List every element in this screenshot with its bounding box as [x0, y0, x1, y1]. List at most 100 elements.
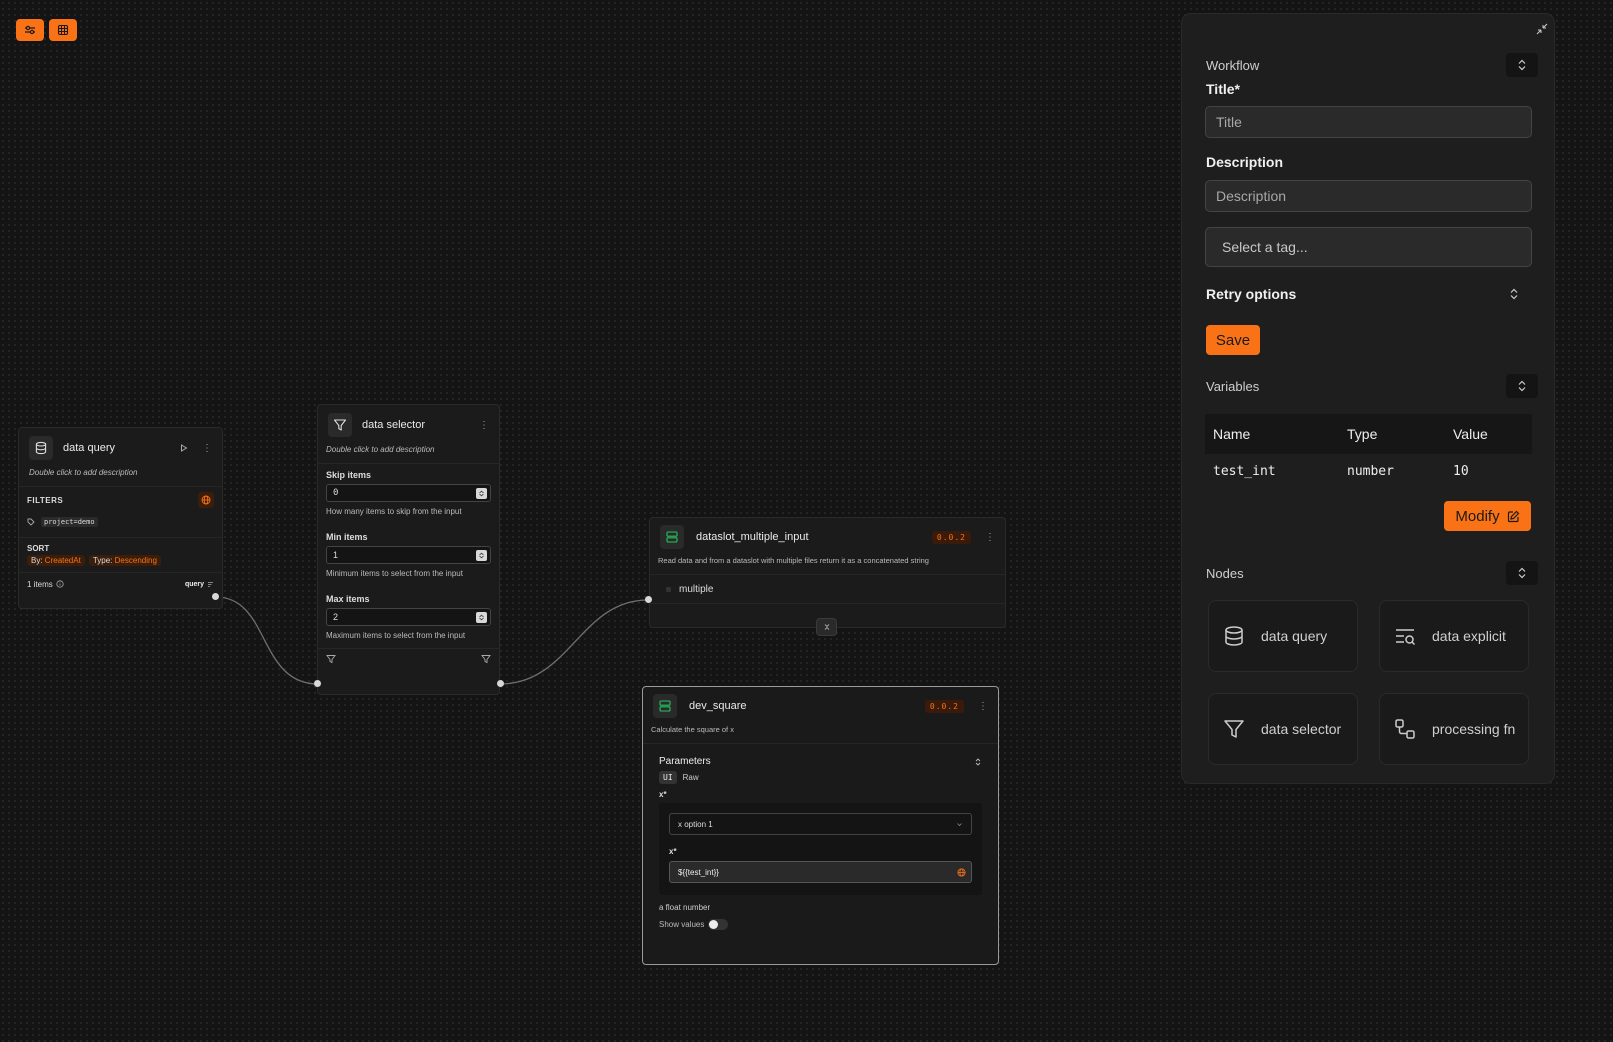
variables-label: Variables	[1206, 379, 1260, 394]
play-icon[interactable]	[180, 444, 188, 452]
node-description: Read data and from a dataslot with multi…	[658, 556, 929, 565]
version-badge: 0.0.2	[924, 699, 964, 713]
data-query-node[interactable]: data query ⋮ Double click to add descrip…	[18, 427, 223, 609]
node-card-processing-fn[interactable]: processing fn	[1379, 693, 1529, 765]
nodes-expand-button[interactable]	[1506, 561, 1538, 585]
chevron-down-icon	[957, 822, 962, 826]
title-input[interactable]: Title	[1205, 106, 1532, 138]
modify-button[interactable]: Modify	[1444, 501, 1531, 531]
edit-icon	[1507, 510, 1519, 522]
node-description: Double click to add description	[29, 468, 138, 477]
variables-expand-button[interactable]	[1506, 374, 1538, 398]
skip-items-label: Skip items	[326, 470, 372, 480]
node-title: dev_square	[689, 700, 747, 712]
tab-ui[interactable]: UI	[659, 771, 677, 784]
x-select[interactable]: x option 1	[669, 813, 972, 835]
chevron-up-down-icon[interactable]	[1509, 288, 1519, 300]
dev-square-node[interactable]: dev_square 0.0.2 ⋮ Calculate the square …	[642, 686, 999, 965]
filter-out-icon	[481, 654, 491, 664]
node-title: data selector	[362, 419, 425, 431]
node-title: data query	[63, 442, 115, 454]
input-label: multiple	[679, 583, 714, 595]
x-inner-label: x*	[669, 847, 677, 856]
stepper-icon[interactable]	[476, 549, 487, 561]
chevron-up-down-icon[interactable]	[974, 757, 982, 766]
node-description: Double click to add description	[326, 445, 435, 454]
globe-icon[interactable]	[957, 867, 966, 877]
filters-label: FILTERS	[27, 495, 64, 505]
minimize-icon[interactable]	[1536, 23, 1548, 35]
dataslot-input-port[interactable]	[645, 596, 652, 603]
variable-name: test_int	[1213, 464, 1276, 479]
variable-value: 10	[1453, 464, 1469, 479]
tag-icon	[27, 518, 35, 526]
tag-select[interactable]: Select a tag...	[1205, 227, 1532, 267]
variables-table-header: Name Type Value	[1205, 414, 1532, 454]
sliders-icon	[25, 25, 35, 35]
output-label: query	[184, 580, 204, 588]
sort-label: SORT	[27, 544, 50, 553]
grid-button[interactable]	[49, 19, 77, 41]
globe-icon[interactable]	[198, 492, 214, 508]
x-param-box: x option 1 x* ${{test_int}}	[659, 803, 982, 895]
filter-tag: project=demo	[41, 517, 98, 527]
dataslot-multiple-input-node[interactable]: dataslot_multiple_input 0.0.2 ⋮ Read dat…	[649, 517, 1006, 628]
query-output-port[interactable]	[212, 593, 219, 600]
chevron-up-down-icon	[1518, 567, 1526, 579]
filter-icon	[1224, 720, 1244, 738]
node-description: Calculate the square of x	[651, 725, 734, 734]
variable-type: number	[1347, 464, 1394, 479]
nodes-label: Nodes	[1206, 566, 1244, 581]
kebab-menu-icon[interactable]: ⋮	[202, 443, 212, 454]
stepper-icon[interactable]	[476, 487, 487, 499]
description-input[interactable]: Description	[1205, 180, 1532, 212]
workflow-icon	[1395, 719, 1415, 739]
parameters-label: Parameters	[659, 756, 711, 767]
retry-options-label: Retry options	[1206, 286, 1297, 302]
max-items-help: Maximum items to select from the input	[326, 631, 466, 640]
table-row[interactable]: test_int number 10	[1205, 454, 1532, 490]
description-label: Description	[1206, 154, 1284, 170]
x-label: x*	[659, 790, 667, 799]
x-input[interactable]: ${{test_int}}	[669, 861, 972, 883]
node-card-data-explicit[interactable]: data explicit	[1379, 600, 1529, 672]
kebab-menu-icon[interactable]: ⋮	[985, 532, 995, 543]
workflow-expand-button[interactable]	[1506, 53, 1538, 77]
max-items-input[interactable]: 2	[326, 608, 491, 626]
x-help: a float number	[659, 903, 711, 912]
min-items-input[interactable]: 1	[326, 546, 491, 564]
database-icon	[29, 436, 53, 460]
kebab-menu-icon[interactable]: ⋮	[978, 701, 988, 712]
server-icon	[653, 694, 677, 718]
items-count: 1 items	[27, 579, 53, 589]
version-badge: 0.0.2	[931, 530, 971, 544]
collapse-button[interactable]	[816, 618, 837, 636]
stepper-icon[interactable]	[476, 611, 487, 623]
skip-items-help: How many items to skip from the input	[326, 507, 462, 516]
node-card-data-query[interactable]: data query	[1208, 600, 1358, 672]
column-header-name: Name	[1213, 426, 1251, 442]
tab-raw[interactable]: Raw	[679, 771, 703, 784]
settings-button[interactable]	[16, 19, 44, 41]
list-filter-icon	[207, 581, 214, 588]
min-items-help: Minimum items to select from the input	[326, 569, 463, 578]
node-card-data-selector[interactable]: data selector	[1208, 693, 1358, 765]
edge-query-to-selector	[215, 596, 319, 685]
kebab-menu-icon[interactable]: ⋮	[479, 420, 489, 431]
show-values-toggle[interactable]	[708, 919, 729, 930]
skip-items-input[interactable]: 0	[326, 484, 491, 502]
selector-input-port[interactable]	[314, 680, 321, 687]
title-label: Title*	[1206, 81, 1240, 97]
sort-by-badge: By: CreatedAt	[27, 555, 85, 566]
selector-output-port[interactable]	[497, 680, 504, 687]
save-button[interactable]: Save	[1206, 325, 1260, 355]
text-search-icon	[1396, 629, 1416, 646]
show-values-label: Show values	[659, 920, 705, 929]
input-handle	[666, 586, 671, 592]
database-icon	[1225, 626, 1243, 646]
sort-type-badge: Type: Descending	[88, 555, 161, 566]
server-icon	[660, 525, 684, 549]
column-header-value: Value	[1453, 426, 1488, 442]
max-items-label: Max items	[326, 594, 370, 604]
data-selector-node[interactable]: data selector ⋮ Double click to add desc…	[317, 404, 500, 695]
